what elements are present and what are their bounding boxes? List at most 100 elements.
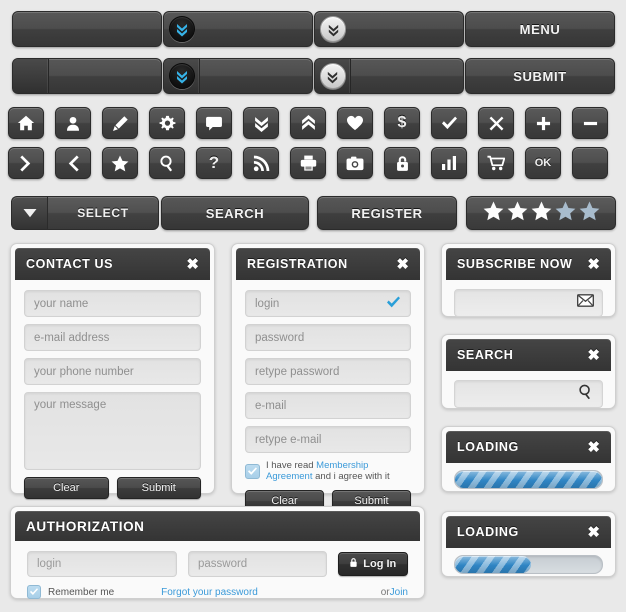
star-rating[interactable]	[466, 196, 616, 230]
envelope-icon[interactable]	[577, 294, 594, 312]
search-icon[interactable]	[578, 384, 594, 405]
placeholder: password	[197, 558, 248, 570]
registration-login-input[interactable]: login	[245, 290, 411, 317]
subscribe-email-input[interactable]	[454, 289, 603, 317]
search-button-label: SEARCH	[205, 205, 265, 221]
icon-button-user[interactable]	[55, 107, 91, 139]
ok-button[interactable]: OK	[525, 147, 561, 179]
select-label[interactable]: SELECT	[47, 196, 159, 230]
placeholder: password	[255, 331, 305, 344]
icon-button-print[interactable]	[290, 147, 326, 179]
register-button[interactable]: REGISTER	[317, 196, 457, 230]
contact-us-title: CONTACT US	[26, 257, 114, 271]
subscribe-panel: SUBSCRIBE NOW ✖	[441, 243, 616, 317]
lock-icon	[395, 155, 410, 172]
registration-retype-email-input[interactable]: retype e-mail	[245, 426, 411, 453]
icon-button-close[interactable]	[478, 107, 514, 139]
auth-password-input[interactable]: password	[187, 551, 327, 577]
contact-submit-button[interactable]: Submit	[116, 477, 201, 499]
remember-me-checkbox[interactable]	[27, 585, 41, 599]
join-group: or Join	[381, 587, 408, 598]
menu-button-label: MENU	[519, 21, 561, 37]
contact-message-textarea[interactable]: your message	[24, 392, 201, 470]
valid-check-icon	[386, 295, 401, 312]
icon-button-blank[interactable]	[572, 147, 608, 179]
placeholder: retype password	[255, 365, 340, 378]
auth-login-input[interactable]: login	[27, 551, 177, 577]
select-arrow-button[interactable]	[11, 196, 47, 230]
top-button-row2-1[interactable]	[12, 58, 162, 94]
forgot-password-link[interactable]: Forgot your password	[161, 587, 258, 598]
contact-clear-button[interactable]: Clear	[24, 477, 109, 499]
home-icon	[17, 114, 35, 132]
contact-us-body: your name e-mail address your phone numb…	[15, 280, 210, 508]
contact-phone-input[interactable]: your phone number	[24, 358, 201, 385]
icon-button-gear[interactable]	[149, 107, 185, 139]
rss-icon	[253, 155, 270, 172]
icon-button-chevron-left[interactable]	[55, 147, 91, 179]
star-icon-empty[interactable]	[579, 201, 600, 226]
registration-retype-password-input[interactable]: retype password	[245, 358, 411, 385]
close-icon[interactable]: ✖	[186, 257, 199, 272]
icon-button-chat[interactable]	[196, 107, 232, 139]
submit-button-top[interactable]: SUBMIT	[465, 58, 615, 94]
close-icon[interactable]: ✖	[587, 525, 600, 540]
agreement-checkbox[interactable]	[245, 463, 260, 479]
icon-button-chevron-right[interactable]	[8, 147, 44, 179]
loading-2-title: LOADING	[457, 525, 519, 539]
search-panel-input[interactable]	[454, 380, 603, 408]
chevron-right-icon	[19, 154, 33, 172]
close-icon[interactable]: ✖	[396, 257, 409, 272]
top-button-row2-2[interactable]	[163, 58, 313, 94]
registration-email-input[interactable]: e-mail	[245, 392, 411, 419]
loading-1-header: LOADING ✖	[446, 431, 611, 463]
contact-email-input[interactable]: e-mail address	[24, 324, 201, 351]
top-button-row2-3[interactable]	[314, 58, 464, 94]
icon-button-heart[interactable]	[337, 107, 373, 139]
icon-button-check[interactable]	[431, 107, 467, 139]
select-dropdown[interactable]: SELECT	[11, 196, 159, 230]
icon-button-dollar[interactable]: $	[384, 107, 420, 139]
split-tab[interactable]	[164, 59, 200, 93]
close-icon[interactable]: ✖	[587, 257, 600, 272]
icon-button-star[interactable]	[102, 147, 138, 179]
authorization-header: AUTHORIZATION	[15, 511, 420, 541]
subscribe-title: SUBSCRIBE NOW	[457, 257, 573, 271]
search-button[interactable]: SEARCH	[161, 196, 309, 230]
top-button-row1-2[interactable]	[163, 11, 313, 47]
contact-name-input[interactable]: your name	[24, 290, 201, 317]
join-link[interactable]: Join	[390, 587, 408, 598]
contact-actions: Clear Submit	[24, 477, 201, 499]
icon-button-chevron-double-up[interactable]	[290, 107, 326, 139]
icon-button-minus[interactable]	[572, 107, 608, 139]
search-panel: SEARCH ✖	[441, 334, 616, 409]
icon-button-home[interactable]	[8, 107, 44, 139]
top-button-row1-3[interactable]	[314, 11, 464, 47]
placeholder: your name	[34, 297, 89, 310]
icon-button-camera[interactable]	[337, 147, 373, 179]
icon-button-search[interactable]	[149, 147, 185, 179]
placeholder: login	[37, 558, 62, 570]
split-tab[interactable]	[315, 59, 351, 93]
icon-button-chevron-double-down[interactable]	[243, 107, 279, 139]
authorization-title: AUTHORIZATION	[26, 518, 145, 534]
icon-button-bar-chart[interactable]	[431, 147, 467, 179]
progress-bar-2	[454, 555, 603, 574]
icon-button-plus[interactable]	[525, 107, 561, 139]
star-icon-filled[interactable]	[507, 201, 528, 226]
top-button-row1-1[interactable]	[12, 11, 162, 47]
close-icon[interactable]: ✖	[587, 348, 600, 363]
star-icon-filled[interactable]	[483, 201, 504, 226]
star-icon-filled[interactable]	[531, 201, 552, 226]
icon-button-cart[interactable]	[478, 147, 514, 179]
log-in-button[interactable]: Log In	[337, 552, 409, 576]
star-icon-empty[interactable]	[555, 201, 576, 226]
icon-button-rss[interactable]	[243, 147, 279, 179]
menu-button[interactable]: MENU	[465, 11, 615, 47]
registration-password-input[interactable]: password	[245, 324, 411, 351]
split-tab[interactable]	[13, 59, 49, 93]
close-icon[interactable]: ✖	[587, 440, 600, 455]
icon-button-lock[interactable]	[384, 147, 420, 179]
icon-button-pencil[interactable]	[102, 107, 138, 139]
icon-button-question[interactable]: ?	[196, 147, 232, 179]
